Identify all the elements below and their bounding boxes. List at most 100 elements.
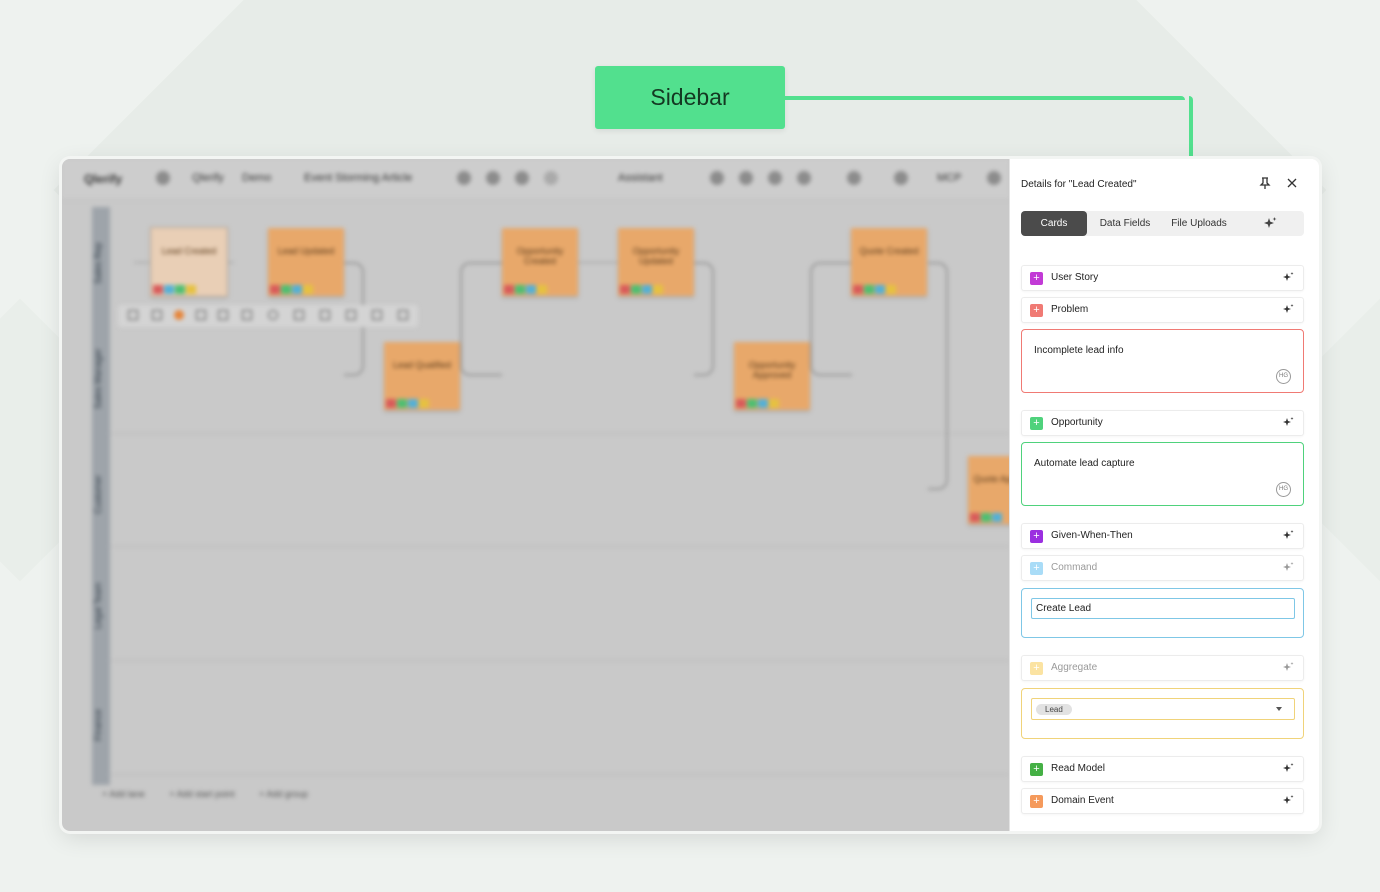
sticky-tags (153, 285, 196, 294)
add-icon[interactable]: + (1030, 530, 1043, 543)
add-icon[interactable]: + (1030, 795, 1043, 808)
delete-icon[interactable] (218, 310, 228, 320)
card-given-when-then[interactable]: + Given-When-Then (1021, 523, 1304, 549)
theme-icon[interactable] (987, 171, 1001, 185)
mcp-button[interactable]: MCP (937, 172, 961, 184)
lane-label: Finance (93, 708, 103, 741)
card-command[interactable]: + Command (1021, 555, 1304, 581)
redo-icon[interactable] (544, 171, 558, 185)
add-lane-link[interactable]: + Add lane (102, 789, 145, 799)
sticky-tags (386, 399, 429, 408)
close-icon[interactable] (1285, 176, 1299, 190)
ai-sparkle-icon[interactable] (1262, 216, 1278, 232)
add-icon[interactable] (152, 310, 162, 320)
lane-divider (110, 774, 1009, 775)
top-toolbar: Qlerify Qlerify Demo Event Storming Arti… (62, 159, 1009, 200)
add-group-link[interactable]: + Add group (259, 789, 308, 799)
tab-file-uploads[interactable]: File Uploads (1165, 211, 1233, 236)
help-icon[interactable] (894, 171, 908, 185)
settings-icon[interactable] (768, 171, 782, 185)
tab-cards[interactable]: Cards (1021, 211, 1087, 236)
toolbar-icon-2[interactable] (486, 171, 500, 185)
aggregate-card-content: Lead (1021, 688, 1304, 739)
ai-sparkle-icon[interactable] (1281, 661, 1295, 675)
sidebar-tabs: Cards Data Fields File Uploads (1021, 211, 1304, 236)
assistant-button[interactable]: Assistant (618, 172, 663, 184)
breadcrumb-board[interactable]: Event Storming Article (304, 172, 412, 184)
lane-divider (110, 660, 1009, 661)
breadcrumb-demo[interactable]: Demo (242, 172, 271, 184)
sticky-label: Opportunity Approved (748, 360, 796, 380)
problem-card-content[interactable]: Incomplete lead info HG (1021, 329, 1304, 393)
sticky-note[interactable]: Lead Updated (268, 228, 344, 296)
filter-icon[interactable] (320, 310, 330, 320)
card-problem[interactable]: + Problem (1021, 297, 1304, 323)
sticky-note[interactable]: Quote Created (851, 228, 927, 296)
sticky-note[interactable]: Lead Qualified (384, 342, 460, 410)
add-icon[interactable]: + (1030, 304, 1043, 317)
ai-sparkle-icon[interactable] (1281, 561, 1295, 575)
warning-icon[interactable] (128, 310, 138, 320)
grid-icon[interactable] (346, 310, 356, 320)
app-window: Qlerify Qlerify Demo Event Storming Arti… (62, 159, 1319, 831)
cut-icon[interactable] (372, 310, 382, 320)
add-icon[interactable]: + (1030, 272, 1043, 285)
toolbar-icon-1[interactable] (457, 171, 471, 185)
lane-label: Sales Manager (93, 348, 103, 409)
rectangle-icon[interactable] (242, 310, 252, 320)
card-user-story[interactable]: + User Story (1021, 265, 1304, 291)
sticky-label: Quote Created (859, 246, 919, 256)
card-read-model[interactable]: + Read Model (1021, 756, 1304, 782)
add-icon[interactable]: + (1030, 662, 1043, 675)
card-label: Aggregate (1051, 662, 1098, 673)
users-icon[interactable] (739, 171, 753, 185)
card-domain-event[interactable]: + Domain Event (1021, 788, 1304, 814)
opportunity-card-content[interactable]: Automate lead capture HG (1021, 442, 1304, 506)
sticky-note[interactable]: Opportunity Created (502, 228, 578, 296)
home-icon[interactable] (156, 171, 170, 185)
text-icon[interactable] (294, 310, 304, 320)
sticky-note[interactable]: Quote Approved (968, 456, 1009, 524)
card-opportunity[interactable]: + Opportunity (1021, 410, 1304, 436)
chevron-down-icon[interactable] (1276, 707, 1282, 711)
add-start-point-link[interactable]: + Add start point (169, 789, 234, 799)
lane-label: Sales Rep (93, 242, 103, 284)
aggregate-chip[interactable]: Lead (1036, 704, 1072, 715)
command-input[interactable]: Create Lead (1031, 598, 1295, 619)
breadcrumb-root[interactable]: Qlerify (192, 172, 224, 184)
sticky-note[interactable]: Opportunity Updated (618, 228, 694, 296)
aggregate-select[interactable]: Lead (1031, 698, 1295, 720)
sticky-note[interactable]: Lead Created (150, 227, 228, 297)
toolbar-icon-3[interactable] (710, 171, 724, 185)
add-icon[interactable]: + (1030, 562, 1043, 575)
format-icon[interactable] (196, 310, 206, 320)
ai-sparkle-icon[interactable] (1281, 271, 1295, 285)
user-avatar: HG (1276, 482, 1291, 497)
ai-sparkle-icon[interactable] (1281, 794, 1295, 808)
tab-data-fields[interactable]: Data Fields (1093, 211, 1157, 236)
color-icon[interactable] (174, 310, 184, 320)
sticky-note[interactable]: Opportunity Approved (734, 342, 810, 410)
ai-sparkle-icon[interactable] (1281, 303, 1295, 317)
circle-icon[interactable] (268, 310, 278, 320)
command-card-content: Create Lead (1021, 588, 1304, 638)
pin-icon[interactable] (1258, 176, 1272, 190)
toolbar-icon-4[interactable] (797, 171, 811, 185)
add-icon[interactable]: + (1030, 417, 1043, 430)
card-label: Domain Event (1051, 795, 1114, 806)
add-icon[interactable]: + (1030, 763, 1043, 776)
sticky-tags (270, 285, 313, 294)
lane-divider (110, 546, 1009, 547)
undo-icon[interactable] (515, 171, 529, 185)
flow-connector (928, 262, 948, 490)
details-sidebar: Details for "Lead Created" Cards Data Fi… (1009, 159, 1319, 831)
sticky-tags (853, 285, 896, 294)
share-icon[interactable] (398, 310, 408, 320)
flow-connector (460, 262, 502, 376)
card-aggregate[interactable]: + Aggregate (1021, 655, 1304, 681)
sticky-label: Opportunity Created (516, 246, 564, 266)
toolbar-icon-5[interactable] (847, 171, 861, 185)
ai-sparkle-icon[interactable] (1281, 762, 1295, 776)
ai-sparkle-icon[interactable] (1281, 416, 1295, 430)
ai-sparkle-icon[interactable] (1281, 529, 1295, 543)
